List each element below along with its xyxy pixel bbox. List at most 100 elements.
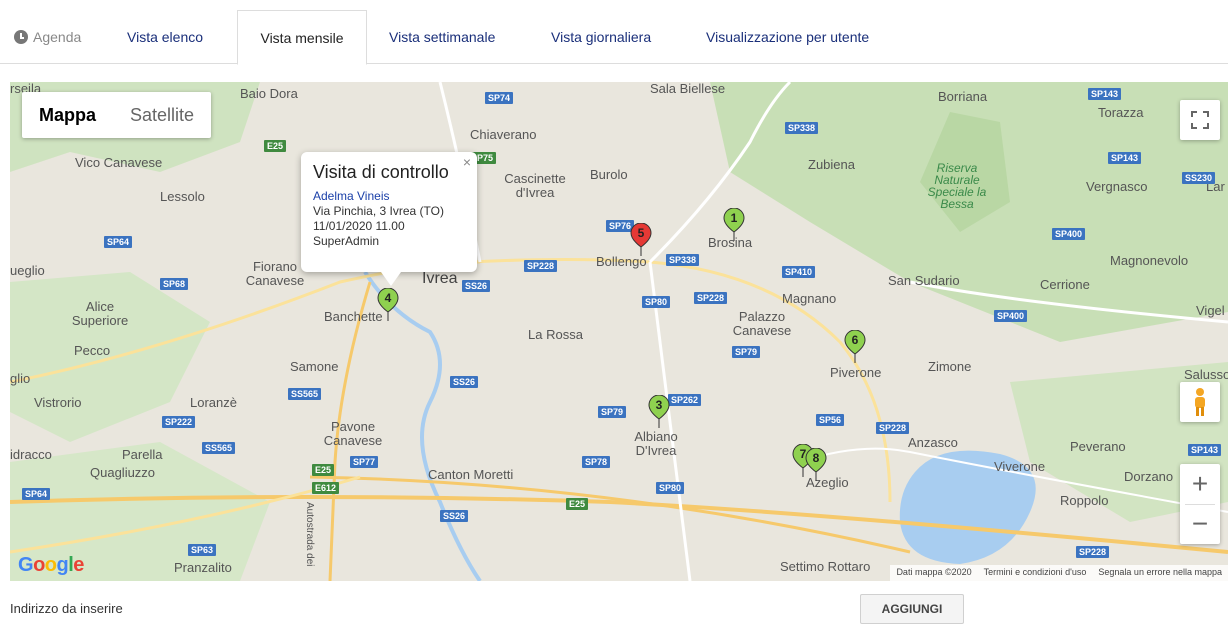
place-label: Cascinette d'Ivrea: [504, 171, 566, 200]
marker-number: 6: [851, 333, 859, 347]
place-label: Vico Canavese: [75, 155, 163, 170]
fullscreen-button[interactable]: [1180, 100, 1220, 140]
road-shield: SP80: [656, 482, 685, 494]
google-logo-text: Google: [18, 554, 84, 576]
place-label: Torazza: [1098, 105, 1144, 120]
place-label: glio: [10, 371, 31, 386]
place-label: Burolo: [590, 167, 628, 182]
place-label: San Sudario: [888, 273, 960, 288]
info-window-user: SuperAdmin: [313, 234, 380, 248]
place-label: Loranzè: [190, 395, 237, 410]
road-shield: SP74: [485, 92, 514, 104]
zoom-out-button[interactable]: −: [1180, 504, 1220, 544]
map-marker[interactable]: 4: [377, 287, 399, 322]
road-shield: SP410: [782, 266, 816, 278]
road-shield: SP78: [582, 456, 611, 468]
tab-vista-giornaliera[interactable]: Vista giornaliera: [551, 10, 651, 64]
road-shield: SP56: [816, 414, 845, 426]
place-label: Dorzano: [1124, 469, 1174, 484]
place-label: Fiorano Canavese: [245, 259, 305, 288]
road-shield: SP400: [994, 310, 1028, 322]
road-shield: SP338: [785, 122, 819, 134]
road-shield: SP338: [666, 254, 700, 266]
map-marker[interactable]: 6: [844, 329, 866, 364]
road-shield: SP262: [668, 394, 702, 406]
place-label: ueglio: [10, 263, 45, 278]
place-label: Ivrea: [422, 270, 458, 287]
marker-number: 1: [730, 211, 738, 225]
place-label: Pavone Canavese: [323, 419, 383, 448]
address-label: Indirizzo da inserire: [10, 601, 123, 616]
map-canvas[interactable]: Baio Dora Chiaverano Vico Canavese Lesso…: [10, 82, 1228, 581]
place-label: Chiaverano: [470, 127, 537, 142]
info-window-address: Via Pinchia, 3 Ivrea (TO): [313, 204, 444, 218]
place-label: Anzasco: [908, 435, 958, 450]
place-label: Canton Moretti: [428, 467, 514, 482]
road-shield: SP63: [188, 544, 217, 556]
map-attribution: Dati mappa ©2020 Termini e condizioni d'…: [890, 565, 1228, 581]
place-label: La Rossa: [528, 327, 583, 342]
map-type-mappa-button[interactable]: Mappa: [22, 92, 113, 138]
place-label: Roppolo: [1060, 493, 1109, 508]
map-marker[interactable]: 8: [805, 447, 827, 482]
place-label: Vistrorio: [34, 395, 82, 410]
map-marker[interactable]: 1: [723, 207, 745, 242]
place-label: Peverano: [1070, 439, 1126, 454]
road-shield: SP228: [1076, 546, 1110, 558]
place-label: Cerrione: [1040, 277, 1090, 292]
attribution-terms-link[interactable]: Termini e condizioni d'uso: [984, 567, 1087, 579]
road-shield: SP143: [1108, 152, 1142, 164]
map-marker[interactable]: 3: [648, 394, 670, 429]
info-window-datetime: 11/01/2020 11.00: [313, 219, 405, 233]
clock-icon: [14, 30, 28, 44]
map-background: [10, 82, 1228, 581]
place-label: Baio Dora: [240, 86, 298, 101]
place-label: Pranzalito: [174, 560, 232, 575]
street-view-button[interactable]: [1180, 382, 1220, 422]
place-label: Pecco: [74, 343, 111, 358]
place-label: Salusso: [1184, 367, 1228, 382]
place-label: Riserva Naturale Speciale la Bessa: [927, 161, 987, 211]
road-shield: SP400: [1052, 228, 1086, 240]
place-label: Sala Biellese: [650, 82, 726, 96]
map-type-toggle: Mappa Satellite: [22, 92, 212, 138]
tab-vista-settimanale[interactable]: Vista settimanale: [389, 10, 495, 64]
road-shield: SP77: [350, 456, 379, 468]
place-label: Vigel: [1196, 303, 1225, 318]
place-label: Borriana: [938, 89, 988, 104]
place-label: Autostrada dei: [304, 502, 315, 567]
tab-vista-mensile[interactable]: Vista mensile: [237, 10, 367, 65]
road-shield: SP228: [524, 260, 558, 272]
map-marker[interactable]: 5: [630, 222, 652, 257]
place-label: Alice Superiore: [71, 299, 129, 328]
tab-agenda-label: Agenda: [33, 29, 82, 45]
road-shield: SP64: [104, 236, 133, 248]
tab-agenda: Agenda: [14, 10, 81, 64]
place-label: Quagliuzzo: [90, 465, 156, 480]
road-shield: SP143: [1088, 88, 1122, 100]
place-label: idracco: [10, 447, 52, 462]
info-window: × Visita di controllo Adelma Vineis Via …: [301, 152, 477, 286]
place-label: Magnonevolo: [1110, 253, 1189, 268]
place-label: Bollengo: [596, 254, 647, 269]
tab-visualizzazione-utente[interactable]: Visualizzazione per utente: [706, 10, 869, 64]
close-icon[interactable]: ×: [463, 154, 471, 170]
road-shield: SP143: [1188, 444, 1222, 456]
road-shield: SS565: [288, 388, 322, 400]
place-label: Viverone: [994, 459, 1046, 474]
place-label: Banchette: [324, 309, 383, 324]
road-shield: SP222: [162, 416, 196, 428]
map-type-satellite-button[interactable]: Satellite: [113, 92, 211, 138]
add-button[interactable]: AGGIUNGI: [860, 594, 964, 624]
road-shield: E25: [312, 464, 335, 476]
info-window-title: Visita di controllo: [313, 162, 449, 182]
road-shield: E612: [312, 482, 340, 494]
tab-vista-elenco[interactable]: Vista elenco: [127, 10, 203, 64]
place-label: Parella: [122, 447, 163, 462]
zoom-in-button[interactable]: +: [1180, 464, 1220, 504]
attribution-report-link[interactable]: Segnala un errore nella mappa: [1098, 567, 1222, 579]
place-label: Piverone: [830, 365, 882, 380]
marker-number: 4: [384, 291, 392, 305]
place-label: Samone: [290, 359, 339, 374]
place-label: Zimone: [928, 359, 972, 374]
